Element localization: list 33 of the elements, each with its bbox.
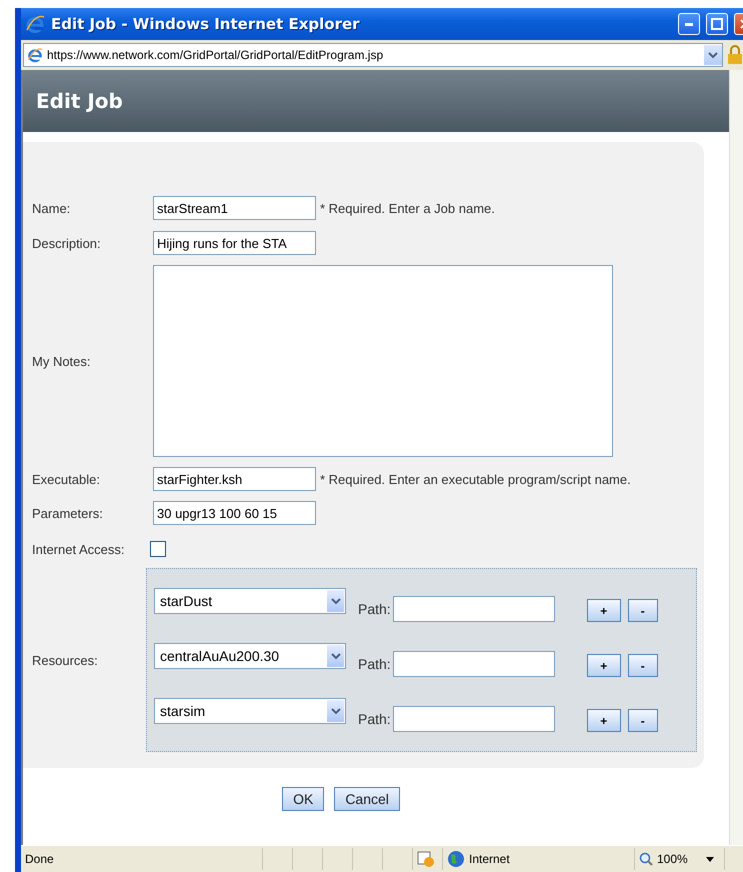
add-button[interactable]: + bbox=[586, 654, 621, 677]
cancel-button[interactable]: Cancel bbox=[334, 787, 400, 811]
ok-button[interactable]: OK bbox=[282, 787, 324, 811]
add-button[interactable]: + bbox=[586, 709, 621, 732]
status-text: Done bbox=[25, 852, 54, 866]
remove-button[interactable]: - bbox=[628, 654, 658, 677]
window-title: Edit Job - Windows Internet Explorer bbox=[51, 15, 361, 33]
path-label: Path: bbox=[358, 711, 391, 727]
path-label: Path: bbox=[358, 601, 391, 617]
remove-button[interactable]: - bbox=[628, 599, 658, 622]
resource-select[interactable]: starDust bbox=[154, 588, 346, 614]
field-label: Resources: bbox=[32, 652, 99, 668]
field-label: Executable: bbox=[32, 472, 101, 486]
zone-text: Internet bbox=[469, 852, 510, 866]
field-label: Parameters: bbox=[32, 506, 104, 520]
resource-select[interactable]: centralAuAu200.30 bbox=[154, 643, 346, 669]
page-heading: Edit Job bbox=[36, 89, 123, 113]
text-field[interactable]: starStream1 bbox=[153, 196, 316, 220]
text-field[interactable]: 30 upgr13 100 60 15 bbox=[153, 501, 316, 525]
required-hint: * Required. Enter an executable program/script name. bbox=[320, 472, 631, 486]
address-bar[interactable]: https://www.network.com/GridPortal/GridPortal/EditProgram.jsp bbox=[23, 43, 723, 67]
text-field[interactable]: Hijing runs for the STA bbox=[153, 231, 316, 255]
path-label: Path: bbox=[358, 656, 391, 672]
zoom-level[interactable]: 100% bbox=[657, 852, 688, 866]
field-label: My Notes: bbox=[32, 354, 92, 368]
required-hint: * Required. Enter a Job name. bbox=[320, 200, 495, 216]
text-field[interactable]: starFighter.ksh bbox=[153, 467, 316, 491]
resource-select[interactable]: starsim bbox=[154, 698, 346, 724]
remove-button[interactable]: - bbox=[628, 709, 658, 732]
field-label: Internet Access: bbox=[32, 542, 126, 556]
field-label: Description: bbox=[32, 236, 102, 250]
add-button[interactable]: + bbox=[586, 599, 621, 622]
field-label: Name: bbox=[32, 200, 72, 216]
